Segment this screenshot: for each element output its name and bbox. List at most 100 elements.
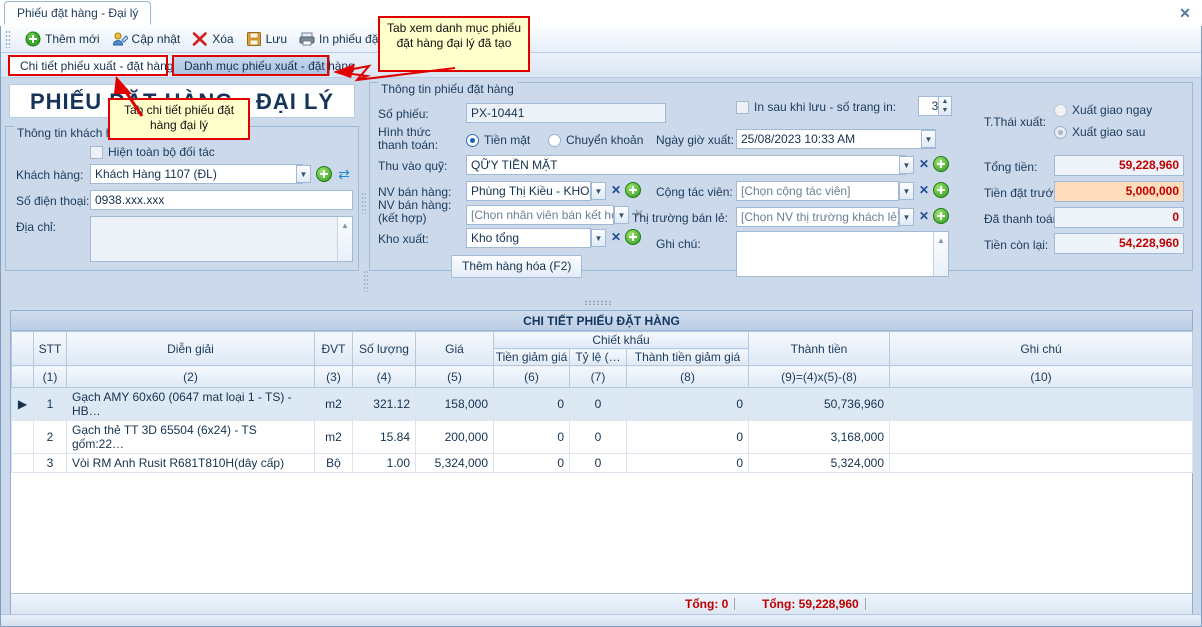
customer-add-button[interactable] — [316, 166, 332, 182]
tab-danh-muc-phieu-xuat[interactable]: Danh mục phiếu xuất - đặt hàng — [173, 55, 355, 76]
cell-ty-le[interactable]: 0 — [569, 453, 627, 473]
voucher-no-input[interactable]: PX-10441 — [466, 103, 666, 123]
cell-tien-giam-gia[interactable]: 0 — [493, 453, 570, 473]
retail-market-add-button[interactable] — [933, 208, 949, 224]
table-row[interactable]: 3 Vòi RM Anh Rusit R681T810H(dây cấp) Bộ… — [11, 453, 1193, 473]
cell-dien-giai[interactable]: Vòi RM Anh Rusit R681T810H(dây cấp) — [66, 453, 315, 473]
radio-xuat-giao-ngay[interactable]: Xuất giao ngay — [1054, 103, 1152, 117]
scroll-down-icon[interactable]: ▼ — [934, 272, 948, 276]
scroll-up-icon[interactable]: ▲ — [338, 217, 352, 235]
stepper-arrows[interactable]: ▲ ▼ — [938, 97, 951, 115]
fund-add-button[interactable] — [933, 156, 949, 172]
grid-header-ghi-chu[interactable]: Ghi chú — [889, 331, 1193, 366]
grid-header-so-luong[interactable]: Số lượng — [352, 331, 416, 366]
sales-staff-add-button[interactable] — [625, 182, 641, 198]
cell-dien-giai[interactable]: Gạch thẻ TT 3D 65504 (6x24) - TS gốm:22… — [66, 420, 315, 454]
print-after-save-checkbox[interactable]: In sau khi lưu - số trang in: — [736, 100, 896, 114]
cell-ty-le[interactable]: 0 — [569, 420, 627, 454]
fund-clear-icon[interactable]: ✕ — [916, 155, 932, 173]
grid-header-gia[interactable]: Giá — [415, 331, 494, 366]
document-tab-phieu-dat-hang[interactable]: Phiếu đặt hàng - Đại lý — [4, 1, 152, 25]
fund-input[interactable]: QỮY TIỀN MẶT — [466, 155, 906, 175]
collaborator-dropdown-chevron-down-icon[interactable]: ▼ — [899, 182, 914, 200]
cell-thanh-tien[interactable]: 3,168,000 — [748, 420, 890, 454]
sales-staff-input[interactable]: Phùng Thị Kiều - KHO TỔ… — [466, 181, 591, 201]
collaborator-clear-icon[interactable]: ✕ — [916, 181, 932, 199]
toolbar-grip-icon[interactable] — [5, 30, 11, 48]
cell-ghi-chu[interactable] — [889, 453, 1193, 473]
cell-ghi-chu[interactable] — [889, 420, 1193, 454]
cell-thanh-tien-giam-gia[interactable]: 0 — [626, 453, 749, 473]
warehouse-input[interactable]: Kho tổng — [466, 228, 591, 248]
cell-ghi-chu[interactable] — [889, 387, 1193, 421]
grid-header-thanh-tien[interactable]: Thành tiền — [748, 331, 890, 366]
cell-gia[interactable]: 158,000 — [415, 387, 494, 421]
scroll-down-icon[interactable]: ▼ — [338, 257, 352, 261]
table-row[interactable]: ▶ 1 Gạch AMY 60x60 (0647 mat loại 1 - TS… — [11, 387, 1193, 421]
sales-staff-clear-icon[interactable]: ✕ — [608, 181, 624, 199]
radio-chuyen-khoan[interactable]: Chuyển khoản — [548, 133, 643, 147]
toolbar-button-in-phieu-dat[interactable]: In phiếu đặt — [293, 28, 388, 50]
warehouse-dropdown-chevron-down-icon[interactable]: ▼ — [591, 229, 606, 247]
paid-value[interactable]: 0 — [1054, 207, 1184, 228]
cell-thanh-tien-giam-gia[interactable]: 0 — [626, 420, 749, 454]
collaborator-input[interactable]: [Chọn cộng tác viên] — [736, 181, 899, 201]
date-input[interactable]: 25/08/2023 10:33 AM — [736, 129, 936, 149]
cell-stt[interactable]: 3 — [33, 453, 67, 473]
note-textarea[interactable]: ▲ ▼ — [736, 231, 949, 277]
scroll-up-icon[interactable]: ▲ — [934, 232, 948, 250]
address-textarea[interactable]: ▲ ▼ — [90, 216, 353, 262]
address-scrollbar[interactable]: ▲ ▼ — [337, 217, 352, 261]
customer-refresh-icon[interactable]: ⇄ — [336, 166, 352, 182]
stepper-down-icon[interactable]: ▼ — [939, 106, 951, 115]
cell-so-luong[interactable]: 15.84 — [352, 420, 416, 454]
phone-input[interactable]: 0938.xxx.xxx — [90, 190, 353, 210]
cell-thanh-tien[interactable]: 5,324,000 — [748, 453, 890, 473]
tab-chi-tiet-phieu-xuat[interactable]: Chi tiết phiếu xuất - đặt hàng — [9, 55, 173, 76]
grid-header-stt[interactable]: STT — [33, 331, 67, 366]
warehouse-clear-icon[interactable]: ✕ — [608, 228, 624, 246]
add-item-button[interactable]: Thêm hàng hóa (F2) — [451, 255, 583, 278]
deposit-value[interactable]: 5,000,000 — [1054, 181, 1184, 202]
panel-splitter-mid[interactable] — [363, 270, 368, 292]
print-pages-stepper[interactable]: 3 ▲ ▼ — [918, 96, 952, 116]
panel-splitter-left[interactable] — [361, 192, 366, 214]
retail-market-input[interactable]: [Chọn NV thị trường khách lẻ] — [736, 207, 899, 227]
note-scrollbar[interactable]: ▲ ▼ — [933, 232, 948, 276]
cell-stt[interactable]: 2 — [33, 420, 67, 454]
cell-tien-giam-gia[interactable]: 0 — [493, 420, 570, 454]
cell-dvt[interactable]: m2 — [314, 387, 353, 421]
grid-header-thanh-tien-giam-gia[interactable]: Thành tiền giảm giá — [626, 348, 749, 366]
customer-input[interactable]: Khách Hàng 1107 (ĐL) — [90, 164, 303, 184]
show-all-partners-checkbox[interactable]: Hiện toàn bộ đối tác — [90, 145, 215, 159]
cell-thanh-tien[interactable]: 50,736,960 — [748, 387, 890, 421]
toolbar-button-luu[interactable]: Lưu — [240, 28, 293, 50]
cell-dvt[interactable]: Bộ — [314, 453, 353, 473]
cell-gia[interactable]: 200,000 — [415, 420, 494, 454]
warehouse-add-button[interactable] — [625, 229, 641, 245]
stepper-up-icon[interactable]: ▲ — [939, 97, 951, 106]
cell-so-luong[interactable]: 321.12 — [352, 387, 416, 421]
cell-so-luong[interactable]: 1.00 — [352, 453, 416, 473]
date-dropdown-chevron-down-icon[interactable]: ▼ — [921, 130, 936, 148]
customer-dropdown-chevron-down-icon[interactable]: ▼ — [296, 165, 311, 183]
cell-dien-giai[interactable]: Gạch AMY 60x60 (0647 mat loại 1 - TS) - … — [66, 387, 315, 421]
radio-xuat-giao-sau[interactable]: Xuất giao sau — [1054, 125, 1145, 139]
cell-gia[interactable]: 5,324,000 — [415, 453, 494, 473]
grid-header-dien-giai[interactable]: Diễn giải — [66, 331, 315, 366]
grid-header-ty-le[interactable]: Tỷ lệ (… — [569, 348, 627, 366]
retail-market-clear-icon[interactable]: ✕ — [916, 207, 932, 225]
fund-dropdown-chevron-down-icon[interactable]: ▼ — [899, 156, 914, 174]
close-icon[interactable]: ✕ — [1176, 4, 1194, 22]
grid-header-dvt[interactable]: ĐVT — [314, 331, 353, 366]
sales-staff2-dropdown-chevron-down-icon[interactable]: ▼ — [614, 206, 629, 224]
toolbar-button-xoa[interactable]: Xóa — [186, 28, 239, 50]
toolbar-button-them-moi[interactable]: Thêm mới — [19, 28, 106, 50]
cell-ty-le[interactable]: 0 — [569, 387, 627, 421]
sales-staff2-input[interactable]: [Chọn nhân viên bán kết hợp] — [466, 205, 614, 225]
cell-dvt[interactable]: m2 — [314, 420, 353, 454]
cell-thanh-tien-giam-gia[interactable]: 0 — [626, 387, 749, 421]
retail-market-dropdown-chevron-down-icon[interactable]: ▼ — [899, 208, 914, 226]
table-row[interactable]: 2 Gạch thẻ TT 3D 65504 (6x24) - TS gốm:2… — [11, 420, 1193, 454]
cell-stt[interactable]: 1 — [33, 387, 67, 421]
